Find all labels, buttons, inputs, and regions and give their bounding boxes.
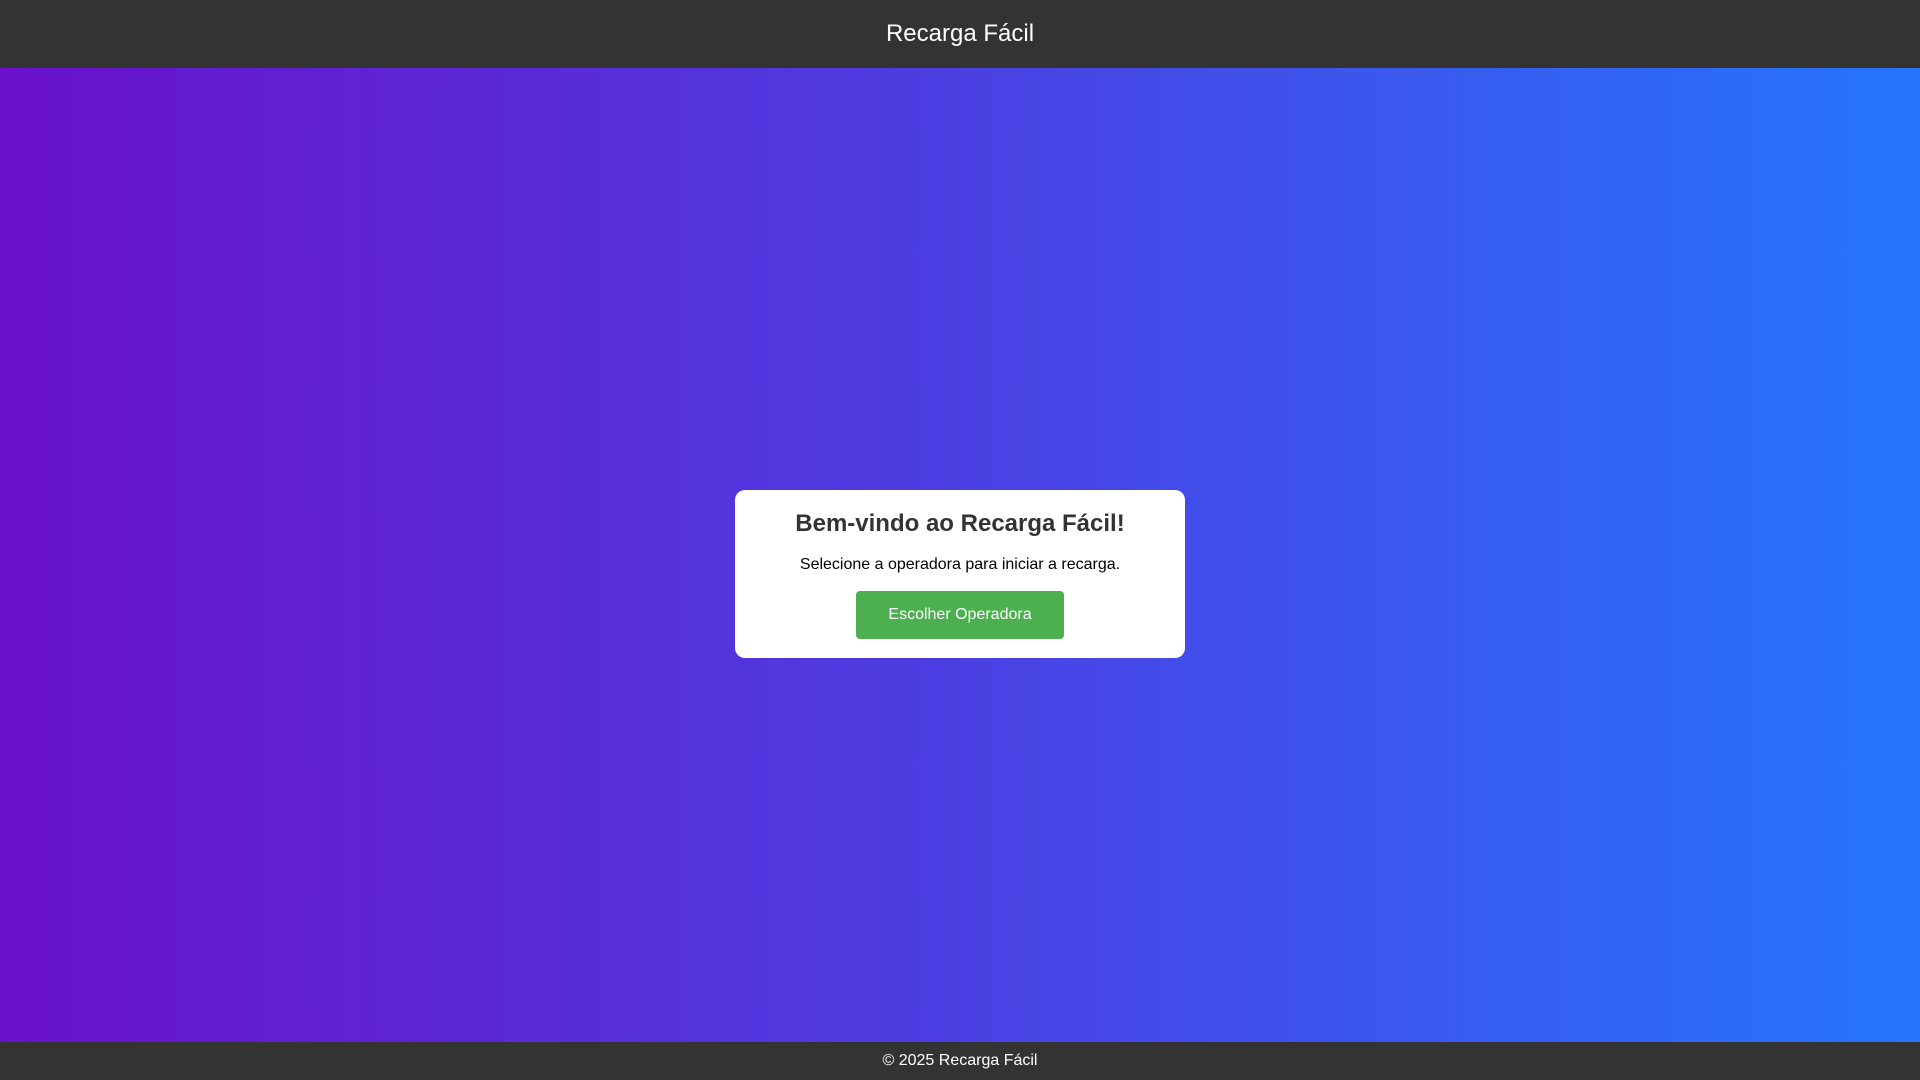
choose-operator-button[interactable]: Escolher Operadora <box>856 591 1064 639</box>
welcome-subtext: Selecione a operadora para iniciar a rec… <box>799 556 1121 573</box>
app-header: Recarga Fácil <box>0 0 1920 68</box>
welcome-heading: Bem-vindo ao Recarga Fácil! <box>795 510 1125 537</box>
footer-copyright: © 2025 Recarga Fácil <box>882 1052 1038 1069</box>
app-footer: © 2025 Recarga Fácil <box>0 1042 1920 1080</box>
main-content: Bem-vindo ao Recarga Fácil! Selecione a … <box>0 68 1920 1042</box>
app-title: Recarga Fácil <box>885 20 1035 47</box>
welcome-card: Bem-vindo ao Recarga Fácil! Selecione a … <box>735 490 1185 658</box>
